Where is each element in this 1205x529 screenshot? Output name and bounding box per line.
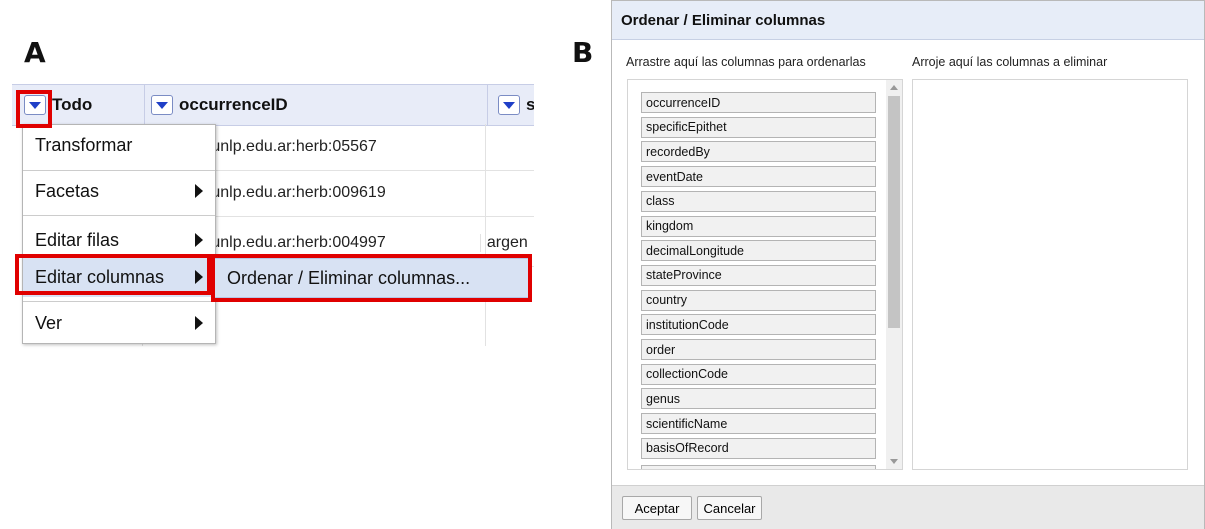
scroll-up-icon[interactable]: [890, 85, 898, 90]
column-chip[interactable]: recordedBy: [641, 141, 876, 163]
column-chip[interactable]: occurrenceID: [641, 92, 876, 113]
column-chip-label: class: [646, 194, 675, 209]
column-chip-label: institutionCode: [646, 317, 729, 332]
reorder-heading: Arrastre aquí las columnas para ordenarl…: [626, 55, 866, 69]
column-chip-label: genus: [646, 391, 681, 406]
cell-next: argen: [479, 234, 534, 252]
column-chip[interactable]: basisOfRecord: [641, 437, 876, 459]
chevron-right-icon: [195, 184, 203, 198]
scrollbar[interactable]: [886, 80, 902, 469]
column-chip[interactable]: order: [641, 339, 876, 360]
column-chip[interactable]: eventDate: [641, 166, 876, 188]
column-chip[interactable]: specificEpithet: [641, 116, 876, 138]
menu-item-facetas[interactable]: Facetas: [23, 171, 215, 211]
menu-item-label: Facetas: [35, 180, 100, 201]
column-chip-partial[interactable]: [641, 465, 876, 469]
column-header-label: s: [526, 95, 534, 114]
menu-item-label: Editar columnas: [35, 266, 165, 287]
dialog-title: Ordenar / Eliminar columnas: [621, 11, 826, 29]
column-chip-label: decimalLongitude: [646, 243, 744, 258]
column-chip[interactable]: genus: [641, 388, 876, 410]
dialog-title-bar: Ordenar / Eliminar columnas: [612, 1, 1204, 40]
submenu-item-label: Ordenar / Eliminar columnas...: [227, 267, 471, 288]
column-header-label: occurrenceID: [179, 95, 288, 114]
column-chip-label: scientificName: [646, 416, 728, 431]
column-dropdown-menu: Transformar Facetas Editar filas Editar …: [22, 124, 216, 344]
menu-item-ver[interactable]: Ver: [23, 303, 215, 343]
remove-heading: Arroje aquí las columnas a eliminar: [912, 55, 1108, 69]
column-chip[interactable]: decimalLongitude: [641, 240, 876, 262]
column-chip-label: eventDate: [646, 169, 703, 184]
panel-a-label: A: [24, 36, 46, 69]
cancel-button[interactable]: Cancelar: [697, 496, 762, 520]
menu-item-label: Transformar: [35, 134, 133, 155]
column-chip-label: occurrenceID: [646, 95, 721, 110]
menu-item-editar-columnas[interactable]: Editar columnas: [23, 257, 215, 297]
chevron-down-icon: [503, 101, 515, 109]
occurrenceid-dropdown-button[interactable]: [151, 95, 173, 115]
column-chip-label: stateProvince: [646, 268, 722, 283]
menu-separator: [23, 215, 215, 216]
reorder-column-list[interactable]: occurrenceID specificEpithet recordedBy eve…: [627, 79, 903, 470]
menu-item-label: Ver: [35, 312, 63, 333]
todo-dropdown-button[interactable]: [24, 95, 46, 115]
remove-column-dropzone[interactable]: [912, 79, 1188, 470]
column-chip-label: country: [646, 293, 687, 308]
submenu-item-ordenar-eliminar[interactable]: Ordenar / Eliminar columnas...: [214, 258, 530, 298]
column-chip[interactable]: class: [641, 190, 876, 212]
panel-b-label: B: [572, 36, 594, 69]
next-column-dropdown-button[interactable]: [498, 95, 520, 115]
column-chip[interactable]: institutionCode: [641, 314, 876, 336]
column-header-label: Todo: [52, 95, 93, 114]
scrollbar-thumb[interactable]: [888, 96, 900, 328]
chevron-right-icon: [195, 233, 203, 247]
column-chip[interactable]: scientificName: [641, 413, 876, 435]
menu-item-editar-filas[interactable]: Editar filas: [23, 220, 215, 260]
column-chip-label: order: [646, 342, 676, 357]
chevron-down-icon: [156, 101, 168, 109]
chevron-right-icon: [195, 270, 203, 284]
column-divider: [485, 124, 486, 346]
grid-header-row: Todo occurrenceID s: [12, 84, 534, 126]
column-header-next: s: [488, 85, 534, 125]
column-chip[interactable]: kingdom: [641, 215, 876, 237]
column-chip-label: kingdom: [646, 219, 694, 233]
chevron-right-icon: [195, 316, 203, 330]
column-chip[interactable]: stateProvince: [641, 264, 876, 286]
accept-button[interactable]: Aceptar: [622, 496, 692, 520]
column-chip-label: basisOfRecord: [646, 441, 729, 456]
dialog-footer: Aceptar Cancelar: [612, 485, 1204, 529]
menu-item-label: Editar filas: [35, 229, 120, 250]
column-chip-label: recordedBy: [646, 144, 710, 159]
column-chip[interactable]: country: [641, 289, 876, 311]
reorder-columns-dialog: Ordenar / Eliminar columnas Arrastre aqu…: [611, 0, 1205, 529]
scroll-down-icon[interactable]: [890, 459, 898, 464]
column-chip[interactable]: collectionCode: [641, 363, 876, 385]
column-header-occurrenceid: occurrenceID: [145, 85, 488, 125]
menu-separator: [23, 301, 215, 302]
column-chip-label: collectionCode: [646, 367, 728, 382]
menu-item-transformar[interactable]: Transformar: [23, 125, 215, 165]
column-header-todo: Todo: [12, 85, 145, 125]
chevron-down-icon: [29, 101, 41, 109]
column-chip-label: specificEpithet: [646, 120, 727, 135]
